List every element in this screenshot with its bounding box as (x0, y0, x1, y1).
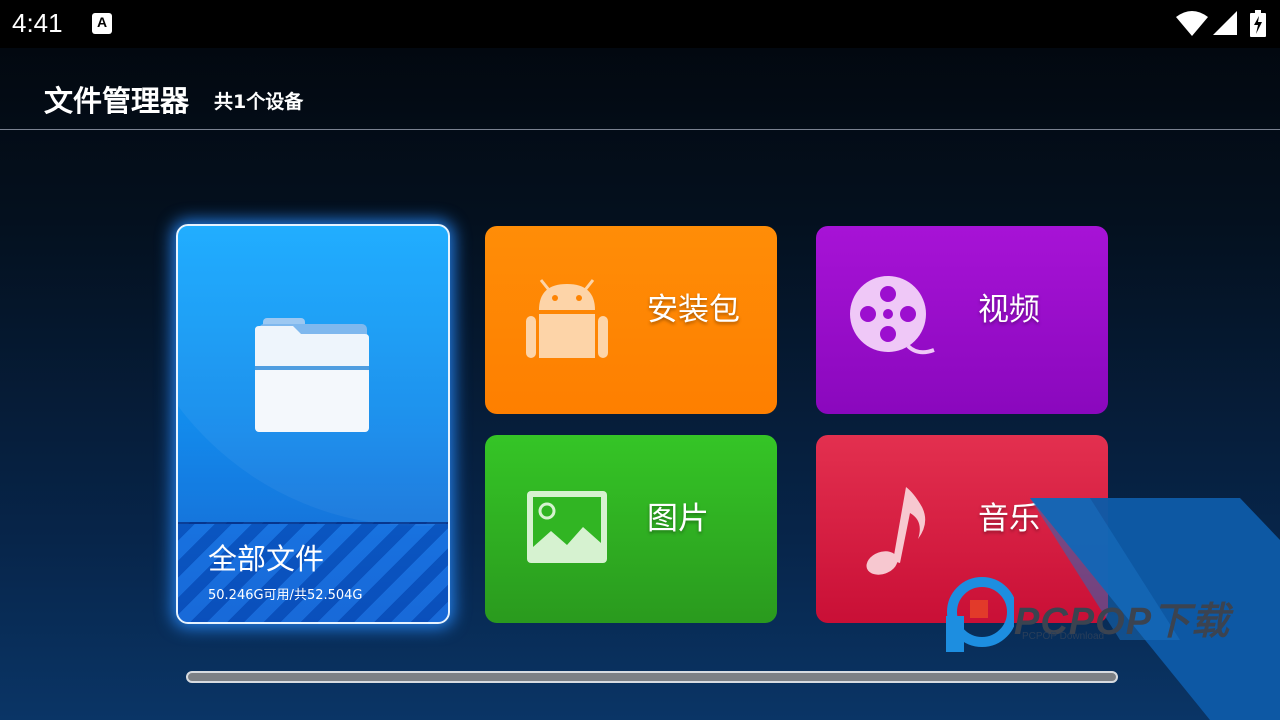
wifi-icon (1176, 11, 1208, 36)
status-time: 4:41 (12, 8, 63, 38)
apk-tile[interactable]: 安装包 (485, 226, 777, 414)
status-bar: 4:41 A (0, 0, 1280, 48)
video-tile[interactable]: 视频 (816, 226, 1108, 414)
android-icon (526, 279, 608, 358)
apk-label: 安装包 (647, 292, 740, 328)
watermark-subtext: PCPOP Download (1022, 631, 1105, 642)
pictures-tile[interactable]: 图片 (485, 435, 777, 623)
notification-a-icon: A (92, 13, 112, 34)
storage-info: 50.246G可用/共52.504G (208, 588, 363, 603)
watermark-logo-icon (946, 577, 1014, 652)
film-reel-icon (850, 276, 935, 355)
image-icon (527, 491, 607, 563)
all-files-label: 全部文件 (208, 542, 325, 576)
music-note-icon (866, 487, 926, 575)
page-title: 文件管理器 (44, 84, 190, 118)
horizontal-scrollbar[interactable] (186, 671, 1118, 683)
video-label: 视频 (978, 292, 1040, 328)
device-count: 共1个设备 (214, 91, 304, 113)
music-label: 音乐 (978, 501, 1040, 537)
app-header: 文件管理器 共1个设备 (0, 48, 1280, 130)
all-files-tile[interactable]: 全部文件 50.246G可用/共52.504G (176, 224, 450, 624)
battery-charging-icon (1250, 10, 1266, 37)
pictures-label: 图片 (647, 501, 709, 537)
folder-icon (255, 318, 369, 432)
cell-signal-icon (1213, 11, 1237, 35)
